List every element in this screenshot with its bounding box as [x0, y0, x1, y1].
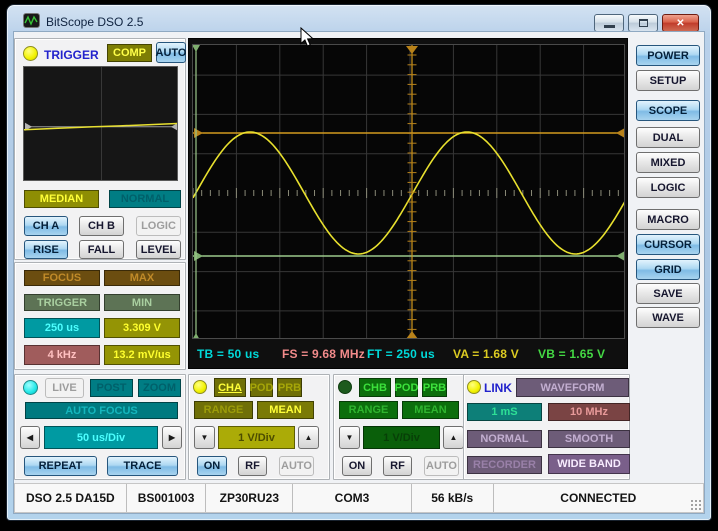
timebase-decrease-button[interactable]: ◀ — [20, 426, 40, 449]
waveform-toggle[interactable]: WAVEFORM — [516, 378, 629, 397]
sidebar-cursor-button[interactable]: CURSOR — [636, 234, 700, 255]
link-label: LINK — [484, 381, 512, 395]
normal-mode-toggle[interactable]: NORMAL — [467, 430, 542, 448]
trigger-led — [23, 46, 38, 61]
channel-a-range-toggle[interactable]: RANGE — [194, 401, 253, 419]
slew-rate-readout: 13.2 mV/us — [104, 345, 180, 365]
channel-b-prb-toggle[interactable]: PRB — [422, 378, 447, 397]
sidebar-save-button[interactable]: SAVE — [636, 283, 700, 304]
sidebar-power-button[interactable]: POWER — [636, 45, 700, 66]
sample-rate-readout: FS = 9.68 MHz — [282, 347, 365, 361]
channel-b-scale-down-button[interactable]: ▼ — [339, 426, 360, 449]
channel-a-rf-button[interactable]: RF — [238, 456, 267, 476]
status-serial-1: BS001003 — [127, 484, 207, 512]
sidebar-mixed-button[interactable]: MIXED — [636, 152, 700, 173]
frequency-readout: 4 kHz — [24, 345, 100, 365]
channel-a-auto-button[interactable]: AUTO — [279, 456, 314, 476]
trigger-time-scope-readout: FT = 250 us — [367, 347, 435, 361]
channel-b-on-button[interactable]: ON — [342, 456, 372, 476]
va-readout: VA = 1.68 V — [453, 347, 519, 361]
channel-a-on-button[interactable]: ON — [197, 456, 227, 476]
trigger-label: TRIGGER — [44, 48, 99, 62]
channel-b-select[interactable]: CHB — [359, 378, 391, 397]
sidebar-dual-button[interactable]: DUAL — [636, 127, 700, 148]
channel-b-led — [338, 380, 352, 394]
minimize-icon — [604, 25, 615, 28]
channel-b-pod-toggle[interactable]: POD — [395, 378, 418, 397]
channel-b-auto-button[interactable]: AUTO — [424, 456, 459, 476]
status-serial-2: ZP30RU23 — [206, 484, 293, 512]
timebase-rate-field[interactable]: 50 us/Div — [44, 426, 158, 449]
max-mode-button[interactable]: MAX — [104, 270, 180, 286]
wide-band-toggle[interactable]: WIDE BAND — [548, 454, 630, 474]
sidebar-scope-button[interactable]: SCOPE — [636, 100, 700, 121]
median-toggle[interactable]: MEDIAN — [24, 190, 99, 208]
focus-mode-button[interactable]: FOCUS — [24, 270, 100, 286]
timebase-increase-button[interactable]: ▶ — [162, 426, 182, 449]
trigger-mode-button[interactable]: TRIGGER — [24, 294, 100, 311]
post-toggle[interactable]: POST — [90, 379, 133, 397]
status-connection: CONNECTED — [494, 484, 703, 512]
channel-a-pod-toggle[interactable]: POD — [250, 378, 273, 397]
channel-a-select[interactable]: CHA — [214, 378, 246, 397]
channel-b-scale-field[interactable]: 1 V/Div — [363, 426, 440, 449]
trigger-preview-display[interactable] — [23, 66, 178, 181]
link-led — [467, 380, 481, 394]
timebase-readout: TB = 50 us — [197, 347, 259, 361]
sidebar-grid-button[interactable]: GRID — [636, 259, 700, 280]
close-icon: ✕ — [676, 18, 684, 29]
channel-b-range-toggle[interactable]: RANGE — [339, 401, 398, 419]
fall-button[interactable]: FALL — [79, 240, 124, 259]
link-rate-toggle[interactable]: 1 mS — [467, 403, 542, 421]
live-button[interactable]: LIVE — [45, 378, 84, 398]
repeat-button[interactable]: REPEAT — [24, 456, 97, 476]
vb-readout: VB = 1.65 V — [538, 347, 605, 361]
trigger-level-readout: 3.309 V — [104, 318, 180, 338]
zoom-toggle[interactable]: ZOOM — [138, 379, 181, 397]
channel-b-mean-toggle[interactable]: MEAN — [402, 401, 459, 419]
channel-a-scale-down-button[interactable]: ▼ — [194, 426, 215, 449]
app-icon — [23, 13, 40, 28]
smooth-toggle[interactable]: SMOOTH — [548, 430, 630, 448]
rise-button[interactable]: RISE — [24, 240, 68, 259]
normal-toggle[interactable]: NORMAL — [109, 190, 181, 208]
capture-led — [23, 380, 38, 395]
screen: BitScope DSO 2.5 ✕ TRIGGER COMP AUTO MED… — [0, 0, 718, 531]
minimize-button[interactable] — [594, 14, 624, 32]
auto-focus-button[interactable]: AUTO FOCUS — [25, 402, 178, 419]
channel-b-trigger-button[interactable]: CH B — [79, 216, 124, 236]
sidebar-logic-button[interactable]: LOGIC — [636, 177, 700, 198]
resize-grip[interactable] — [690, 499, 701, 510]
channel-b-scale-up-button[interactable]: ▲ — [443, 426, 464, 449]
channel-b-rf-button[interactable]: RF — [383, 456, 412, 476]
channel-a-mean-toggle[interactable]: MEAN — [257, 401, 314, 419]
window-title: BitScope DSO 2.5 — [46, 15, 143, 29]
trace-button[interactable]: TRACE — [107, 456, 178, 476]
sidebar-macro-button[interactable]: MACRO — [636, 209, 700, 230]
status-bar: DSO 2.5 DA15D BS001003 ZP30RU23 COM3 56 … — [14, 483, 704, 513]
sidebar-setup-button[interactable]: SETUP — [636, 70, 700, 91]
trigger-auto-button[interactable]: AUTO — [156, 42, 186, 63]
scope-display[interactable] — [192, 44, 625, 339]
bandwidth-toggle[interactable]: 10 MHz — [548, 403, 630, 421]
status-device-model: DSO 2.5 DA15D — [15, 484, 127, 512]
status-data-rate: 56 kB/s — [412, 484, 494, 512]
min-mode-button[interactable]: MIN — [104, 294, 180, 311]
close-button[interactable]: ✕ — [662, 14, 699, 32]
channel-a-scale-field[interactable]: 1 V/Div — [218, 426, 295, 449]
trigger-time-readout: 250 us — [24, 318, 100, 338]
recorder-toggle[interactable]: RECORDER — [467, 456, 542, 474]
channel-a-prb-toggle[interactable]: PRB — [277, 378, 302, 397]
logic-trigger-button[interactable]: LOGIC — [136, 216, 181, 236]
level-button[interactable]: LEVEL — [136, 240, 181, 259]
titlebar[interactable]: BitScope DSO 2.5 ✕ — [6, 4, 712, 31]
comp-toggle[interactable]: COMP — [107, 44, 152, 62]
channel-a-scale-up-button[interactable]: ▲ — [298, 426, 319, 449]
maximize-button[interactable] — [628, 14, 658, 32]
channel-a-trigger-button[interactable]: CH A — [24, 216, 68, 236]
sidebar-wave-button[interactable]: WAVE — [636, 307, 700, 328]
status-com-port: COM3 — [293, 484, 412, 512]
channel-a-led — [193, 380, 207, 394]
maximize-icon — [639, 19, 648, 27]
